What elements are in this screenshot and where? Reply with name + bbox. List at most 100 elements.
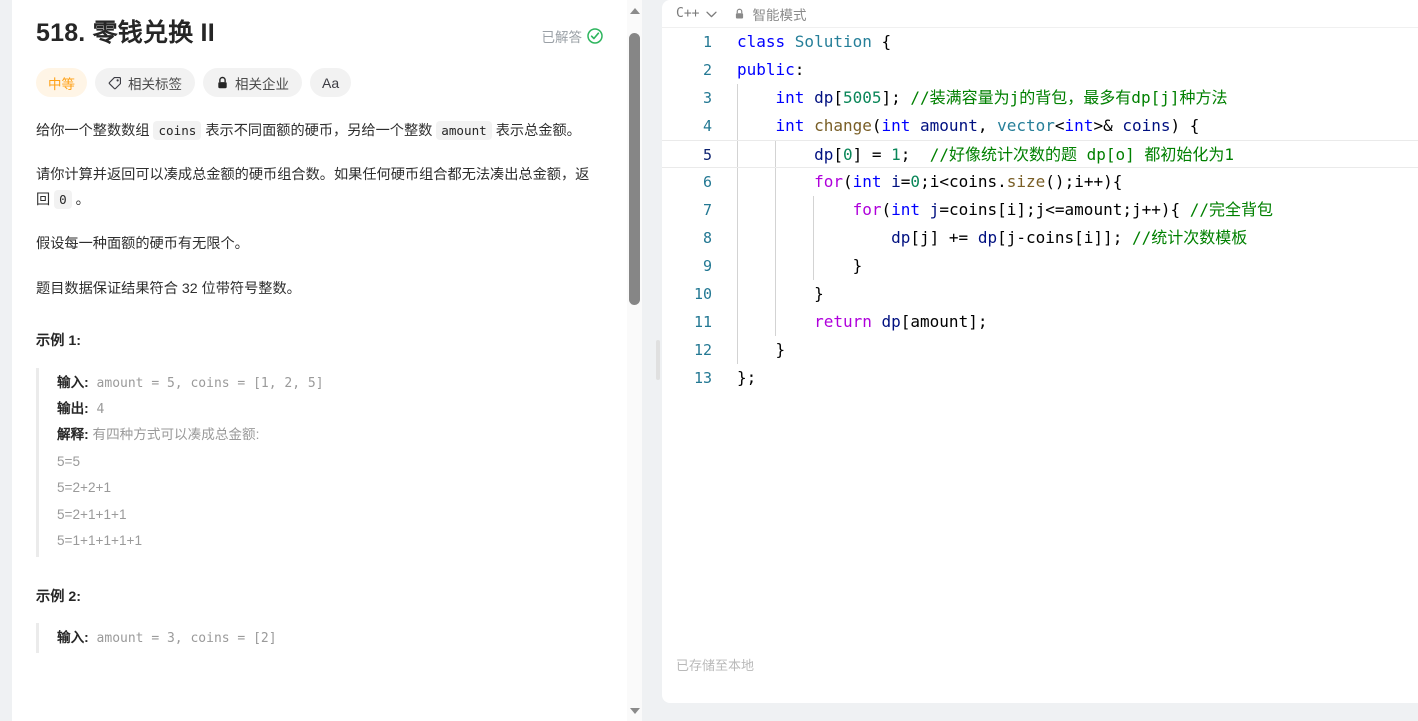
- code-line[interactable]: 13};: [662, 364, 1418, 392]
- code-line-text[interactable]: }: [728, 280, 1418, 308]
- code-token: <: [1054, 116, 1065, 135]
- code-token: int: [881, 116, 921, 135]
- description-text: 请你计算并返回可以凑成总金额的硬币组合数。如果任何硬币组合都无法凑出总金额，返回: [36, 167, 590, 208]
- example-line: 5=5: [57, 449, 603, 475]
- example-line: 5=2+1+1+1: [57, 502, 603, 528]
- font-size-button[interactable]: Aa: [310, 68, 352, 97]
- font-size-icon: Aa: [322, 74, 340, 91]
- example-heading: 示例 1:: [36, 333, 81, 350]
- code-line[interactable]: 2 public:: [662, 56, 1418, 84]
- description-scrollbar[interactable]: [627, 0, 642, 721]
- code-token: ) {: [1170, 116, 1200, 135]
- description-paragraph: 给你一个整数数组 coins 表示不同面额的硬币，另给一个整数 amount 表…: [36, 119, 603, 143]
- line-number: 7: [702, 201, 712, 219]
- inline-code: 0: [54, 189, 72, 209]
- description-text: 表示总金额。: [491, 123, 581, 139]
- code-line-text[interactable]: };: [728, 364, 1418, 392]
- example-line-value: 有四种方式可以凑成总金额:: [88, 427, 260, 443]
- editor-status-bar: 已存储至本地: [662, 643, 1418, 703]
- smart-mode-label: 智能模式: [752, 7, 807, 23]
- indent-guide: [737, 112, 738, 140]
- scrollbar-thumb[interactable]: [629, 33, 640, 305]
- code-token: 5005: [842, 88, 882, 107]
- code-line-text[interactable]: for(int i=0;i<coins.size();i++){: [728, 168, 1418, 196]
- code-line[interactable]: 10 }: [662, 280, 1418, 308]
- code-token: [j-coins[i]];: [997, 228, 1132, 247]
- code-token: 0: [910, 172, 921, 191]
- scroll-up-arrow-icon[interactable]: [627, 3, 642, 18]
- scroll-down-arrow-icon[interactable]: [627, 703, 642, 718]
- pane-splitter[interactable]: [652, 0, 662, 721]
- code-token: [j] +=: [910, 228, 978, 247]
- code-token: //装满容量为j的背包，最多有dp[j]种方法: [910, 88, 1228, 107]
- splitter-handle[interactable]: [656, 340, 660, 380]
- indent-guide: [737, 196, 738, 224]
- example-line-label: 输入:: [57, 630, 89, 646]
- language-selector[interactable]: C++: [676, 6, 718, 21]
- description-text: 给你一个整数数组: [36, 123, 154, 139]
- code-line-text[interactable]: return dp[amount];: [728, 308, 1418, 336]
- example-line: 输入: amount = 5, coins = [1, 2, 5]: [57, 370, 603, 396]
- indent-guide: [737, 141, 738, 167]
- code-line[interactable]: 8 dp[j] += dp[j-coins[i]]; //统计次数模板: [662, 224, 1418, 252]
- code-token: }: [737, 340, 786, 359]
- code-token: public: [737, 60, 795, 79]
- code-editor[interactable]: 1 class Solution {2 public: 3 int dp[5005];…: [662, 28, 1418, 643]
- status-badge: 已解答: [542, 26, 604, 46]
- code-line-text[interactable]: int dp[5005]; //装满容量为j的背包，最多有dp[j]种方法: [728, 84, 1418, 112]
- code-token: ;i<coins.: [920, 172, 1007, 191]
- difficulty-badge[interactable]: 中等: [36, 68, 87, 97]
- code-line[interactable]: 3 int dp[5005]; //装满容量为j的背包，最多有dp[j]种方法: [662, 84, 1418, 112]
- code-token: int: [775, 88, 815, 107]
- code-token: };: [737, 368, 757, 387]
- code-token: coins: [1122, 116, 1171, 135]
- code-line[interactable]: 11 return dp[amount];: [662, 308, 1418, 336]
- code-line-text[interactable]: }: [728, 252, 1418, 280]
- examples-section: 示例 1: 输入: amount = 5, coins = [1, 2, 5] 输出…: [36, 329, 603, 654]
- code-line[interactable]: 1 class Solution {: [662, 28, 1418, 56]
- code-token: size: [1006, 172, 1046, 191]
- code-token: dp: [814, 88, 834, 107]
- description-text: 题目数据保证结果符合 32 位带符号整数。: [36, 280, 301, 297]
- code-token: dp: [881, 312, 901, 331]
- code-line-active[interactable]: 5 dp[0] = 1; //好像统计次数的题 dp[o] 都初始化为1: [662, 140, 1418, 168]
- example-line: 解释: 有四种方式可以凑成总金额:: [57, 422, 603, 448]
- code-line[interactable]: 4 int change(int amount, vector<int>& co…: [662, 112, 1418, 140]
- code-line-text[interactable]: for(int j=coins[i];j<=amount;j++){ //完全背…: [728, 196, 1418, 224]
- page-title: 518. 零钱兑换 II: [36, 19, 215, 47]
- code-line[interactable]: 12 }: [662, 336, 1418, 364]
- problem-title-row: 518. 零钱兑换 II 已解答: [36, 0, 603, 51]
- code-line-text[interactable]: dp[j] += dp[j-coins[i]]; //统计次数模板: [728, 224, 1418, 252]
- description-text: 表示不同面额的硬币，另给一个整数: [201, 123, 437, 139]
- related-companies-button[interactable]: 相关企业: [203, 68, 302, 97]
- code-line[interactable]: 7 for(int j=coins[i];j<=amount;j++){ //完…: [662, 196, 1418, 224]
- left-edge-strip: [0, 0, 12, 721]
- code-line-text[interactable]: }: [728, 336, 1418, 364]
- code-token: >&: [1093, 116, 1123, 135]
- code-token: (: [881, 200, 892, 219]
- code-line-text[interactable]: public:: [728, 56, 1418, 84]
- code-line-text[interactable]: dp[0] = 1; //好像统计次数的题 dp[o] 都初始化为1: [728, 141, 1418, 167]
- horizontal-scrollbar[interactable]: [662, 703, 1418, 721]
- code-token: :: [794, 60, 805, 79]
- line-number: 6: [702, 173, 712, 191]
- code-lines[interactable]: 1 class Solution {2 public: 3 int dp[5005];…: [662, 28, 1418, 392]
- related-tags-button[interactable]: 相关标签: [95, 68, 195, 97]
- line-number: 8: [702, 229, 712, 247]
- example-line-value: 5=2+2+1: [57, 480, 112, 496]
- code-token: [: [833, 145, 843, 164]
- code-line-text[interactable]: class Solution {: [728, 28, 1418, 56]
- indent-guide: [775, 196, 776, 224]
- code-line[interactable]: 6 for(int i=0;i<coins.size();i++){: [662, 168, 1418, 196]
- code-line[interactable]: 9 }: [662, 252, 1418, 280]
- pane-gap: [642, 0, 652, 721]
- line-number: 1: [702, 33, 712, 51]
- code-token: dp: [891, 228, 911, 247]
- problem-description-pane: 518. 零钱兑换 II 已解答 中等 相关标签 相关企业 Aa 给你一个整数数…: [0, 0, 652, 721]
- line-number: 3: [702, 89, 712, 107]
- code-line-text[interactable]: int change(int amount, vector<int>& coin…: [728, 112, 1418, 140]
- smart-mode-toggle[interactable]: 智能模式: [734, 4, 806, 24]
